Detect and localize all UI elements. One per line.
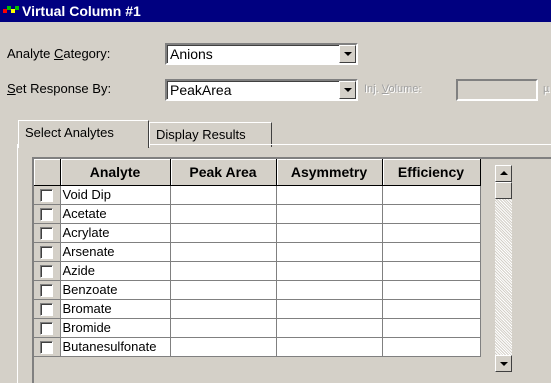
efficiency-cell[interactable]: [382, 204, 481, 224]
row-select-cell: [34, 318, 61, 338]
asymmetry-cell[interactable]: [276, 318, 383, 338]
scroll-up-button[interactable]: [495, 165, 512, 182]
analyte-category-combo[interactable]: Anions: [165, 43, 358, 65]
asymmetry-cell[interactable]: [276, 299, 383, 319]
row-select-cell: [34, 280, 61, 300]
peak-area-cell[interactable]: [170, 299, 277, 319]
column-header-select[interactable]: [34, 159, 61, 186]
table-row[interactable]: Benzoate: [34, 280, 481, 300]
title-bar[interactable]: Virtual Column #1: [0, 0, 551, 22]
asymmetry-cell[interactable]: [276, 280, 383, 300]
chevron-down-icon: [344, 52, 352, 56]
table-row[interactable]: Arsenate: [34, 242, 481, 262]
analyte-checkbox[interactable]: [40, 303, 54, 317]
table-row[interactable]: Void Dip: [34, 185, 481, 205]
efficiency-cell[interactable]: [382, 185, 481, 205]
asymmetry-cell[interactable]: [276, 261, 383, 281]
table-row[interactable]: Acetate: [34, 204, 481, 224]
efficiency-cell[interactable]: [382, 299, 481, 319]
column-header-analyte[interactable]: Analyte: [60, 159, 171, 186]
asymmetry-cell[interactable]: [276, 204, 383, 224]
inj-volume-label: Inj. Volume:: [364, 83, 422, 95]
efficiency-cell[interactable]: [382, 337, 481, 357]
peak-area-cell[interactable]: [170, 204, 277, 224]
analyte-checkbox[interactable]: [40, 227, 54, 241]
analyte-name-cell[interactable]: Bromate: [60, 299, 171, 319]
response-by-dropdown-button[interactable]: [339, 81, 356, 99]
column-header-peak-area[interactable]: Peak Area: [170, 159, 277, 186]
peak-area-cell[interactable]: [170, 261, 277, 281]
analyte-grid[interactable]: Analyte Peak Area Asymmetry Efficiency V…: [32, 157, 551, 383]
peak-area-cell[interactable]: [170, 318, 277, 338]
analyte-category-dropdown-button[interactable]: [339, 45, 356, 63]
response-by-label: Set Response By:: [7, 81, 112, 96]
tab-select-analytes[interactable]: Select Analytes: [18, 120, 149, 148]
analyte-name-cell[interactable]: Arsenate: [60, 242, 171, 262]
analyte-name-cell[interactable]: Azide: [60, 261, 171, 281]
table-row[interactable]: Azide: [34, 261, 481, 281]
efficiency-cell[interactable]: [382, 318, 481, 338]
column-header-asymmetry[interactable]: Asymmetry: [276, 159, 383, 186]
analyte-name-cell[interactable]: Bromide: [60, 318, 171, 338]
response-by-value: PeakArea: [170, 82, 232, 98]
arrow-up-icon: [500, 171, 508, 175]
peak-area-cell[interactable]: [170, 185, 277, 205]
peak-area-cell[interactable]: [170, 280, 277, 300]
scroll-down-button[interactable]: [495, 355, 512, 372]
analyte-checkbox[interactable]: [40, 341, 54, 355]
table-row[interactable]: Acrylate: [34, 223, 481, 243]
asymmetry-cell[interactable]: [276, 185, 383, 205]
row-select-cell: [34, 337, 61, 357]
analyte-table: Analyte Peak Area Asymmetry Efficiency V…: [34, 159, 481, 357]
row-select-cell: [34, 299, 61, 319]
analyte-name-cell[interactable]: Acrylate: [60, 223, 171, 243]
analyte-category-value: Anions: [170, 46, 213, 62]
analyte-checkbox[interactable]: [40, 189, 54, 203]
table-header-row: Analyte Peak Area Asymmetry Efficiency: [34, 159, 481, 186]
inj-volume-unit: µ: [543, 83, 550, 95]
analyte-checkbox[interactable]: [40, 322, 54, 336]
asymmetry-cell[interactable]: [276, 242, 383, 262]
app-icon: [3, 3, 19, 19]
row-select-cell: [34, 261, 61, 281]
chevron-down-icon: [344, 88, 352, 92]
peak-area-cell[interactable]: [170, 223, 277, 243]
analyte-name-cell[interactable]: Void Dip: [60, 185, 171, 205]
analyte-category-label: Analyte Category:: [7, 46, 111, 61]
peak-area-cell[interactable]: [170, 242, 277, 262]
analyte-name-cell[interactable]: Benzoate: [60, 280, 171, 300]
asymmetry-cell[interactable]: [276, 223, 383, 243]
analyte-checkbox[interactable]: [40, 246, 54, 260]
column-header-efficiency[interactable]: Efficiency: [382, 159, 481, 186]
efficiency-cell[interactable]: [382, 261, 481, 281]
efficiency-cell[interactable]: [382, 223, 481, 243]
row-select-cell: [34, 204, 61, 224]
table-row[interactable]: Butanesulfonate: [34, 337, 481, 357]
row-select-cell: [34, 185, 61, 205]
grid-vertical-scrollbar[interactable]: [495, 165, 512, 372]
analyte-checkbox[interactable]: [40, 284, 54, 298]
scroll-thumb[interactable]: [495, 182, 512, 199]
inj-volume-input[interactable]: [456, 79, 538, 101]
table-row[interactable]: Bromate: [34, 299, 481, 319]
window-title: Virtual Column #1: [22, 3, 141, 19]
arrow-down-icon: [500, 362, 508, 366]
response-by-combo[interactable]: PeakArea: [165, 79, 358, 101]
row-select-cell: [34, 242, 61, 262]
asymmetry-cell[interactable]: [276, 337, 383, 357]
analyte-name-cell[interactable]: Butanesulfonate: [60, 337, 171, 357]
peak-area-cell[interactable]: [170, 337, 277, 357]
efficiency-cell[interactable]: [382, 242, 481, 262]
analyte-checkbox[interactable]: [40, 208, 54, 222]
efficiency-cell[interactable]: [382, 280, 481, 300]
table-row[interactable]: Bromide: [34, 318, 481, 338]
analyte-name-cell[interactable]: Acetate: [60, 204, 171, 224]
row-select-cell: [34, 223, 61, 243]
analyte-checkbox[interactable]: [40, 265, 54, 279]
